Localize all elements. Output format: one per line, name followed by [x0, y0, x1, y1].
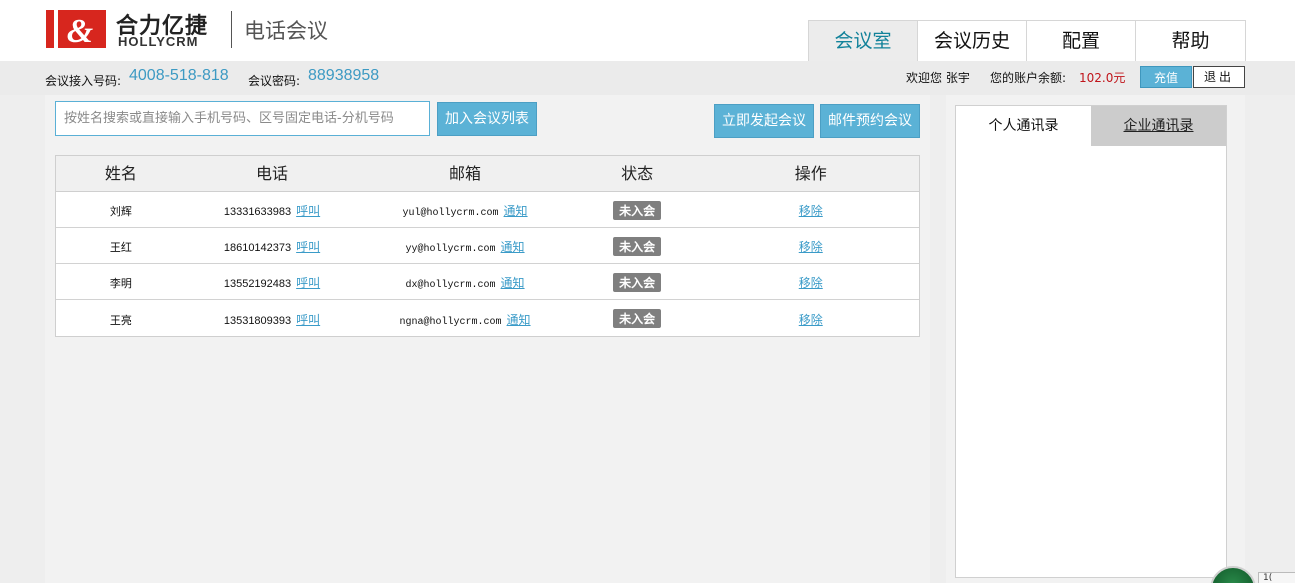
brand-divider — [231, 11, 232, 48]
svg-text:&: & — [67, 13, 94, 48]
header-name: 姓名 — [104, 164, 137, 183]
notify-link[interactable]: 通知 — [507, 313, 531, 327]
tab-enterprise-contacts[interactable]: 企业通讯录 — [1091, 106, 1226, 146]
status-badge: 未入会 — [613, 309, 662, 328]
participant-phone: 13531809393 — [223, 314, 292, 327]
call-link[interactable]: 呼叫 — [296, 313, 320, 327]
participant-phone: 13552192483 — [223, 278, 292, 290]
table-row: 王亮 13531809393 呼叫 ngna@hollycrm.com 通知 未入会… — [56, 300, 919, 336]
tab-settings[interactable]: 配置 — [1027, 21, 1136, 61]
header-actions: 操作 — [794, 164, 827, 183]
participant-email: yul@hollycrm.com — [402, 208, 499, 219]
schedule-meeting-button[interactable]: 邮件预约会议 — [820, 104, 920, 138]
participant-phone: 18610142373 — [223, 242, 292, 254]
meeting-panel: 加入会议列表 立即发起会议 邮件预约会议 姓名 电话 邮箱 状态 操作 刘辉 1… — [45, 95, 930, 583]
table-header: 姓名 电话 邮箱 状态 操作 — [56, 156, 919, 192]
corner-widget: 1( — [1258, 572, 1295, 583]
remove-link[interactable]: 移除 — [799, 313, 823, 327]
password-label: 会议密码: — [248, 74, 301, 88]
info-bar: 会议接入号码: 4008-518-818 会议密码: 88938958 欢迎您 … — [0, 61, 1295, 95]
participants-table: 姓名 电话 邮箱 状态 操作 刘辉 13331633983 呼叫 yul@holl… — [55, 155, 920, 337]
status-badge: 未入会 — [613, 236, 662, 256]
meeting-password: 88938958 — [308, 67, 380, 84]
welcome-text: 欢迎您 张宇 — [906, 71, 970, 85]
header-email: 邮箱 — [449, 164, 482, 183]
brand-name-en: HOLLYCRM — [118, 34, 199, 49]
contacts-panel: 个人通讯录 企业通讯录 — [946, 95, 1245, 583]
participant-name: 王亮 — [109, 313, 132, 327]
contact-search-input[interactable] — [55, 101, 430, 136]
participant-name: 王红 — [109, 241, 132, 254]
notify-link[interactable]: 通知 — [501, 240, 525, 254]
contacts-box: 个人通讯录 企业通讯录 — [955, 105, 1227, 578]
tab-meeting-history[interactable]: 会议历史 — [918, 21, 1027, 61]
table-row: 李明 13552192483 呼叫 dx@hollycrm.com 通知 未入会 移… — [56, 264, 919, 300]
participant-email: yy@hollycrm.com — [405, 244, 496, 255]
product-name: 电话会议 — [244, 19, 328, 43]
access-number-label: 会议接入号码: — [45, 74, 122, 88]
status-badge: 未入会 — [613, 272, 662, 292]
call-link[interactable]: 呼叫 — [296, 240, 320, 254]
logout-button[interactable]: 退出 — [1193, 66, 1245, 88]
remove-link[interactable]: 移除 — [799, 204, 823, 218]
participant-name: 刘辉 — [109, 205, 132, 218]
participant-phone: 13331633983 — [223, 206, 292, 218]
remove-link[interactable]: 移除 — [799, 276, 823, 290]
tab-help[interactable]: 帮助 — [1136, 21, 1245, 61]
recharge-button[interactable]: 充值 — [1140, 66, 1192, 88]
table-row: 刘辉 13331633983 呼叫 yul@hollycrm.com 通知 未入会 … — [56, 192, 919, 228]
status-badge: 未入会 — [613, 200, 662, 220]
access-number: 4008-518-818 — [129, 67, 229, 84]
header-status: 状态 — [621, 164, 654, 183]
notify-link[interactable]: 通知 — [504, 204, 528, 218]
call-link[interactable]: 呼叫 — [296, 204, 320, 218]
participant-name: 李明 — [109, 277, 132, 290]
account-balance: 102.0元 — [1079, 71, 1126, 85]
add-to-list-button[interactable]: 加入会议列表 — [437, 102, 537, 136]
start-meeting-button[interactable]: 立即发起会议 — [714, 104, 814, 138]
call-link[interactable]: 呼叫 — [296, 276, 320, 290]
table-row: 王红 18610142373 呼叫 yy@hollycrm.com 通知 未入会 移… — [56, 228, 919, 264]
header-phone: 电话 — [255, 164, 288, 183]
participant-email: dx@hollycrm.com — [405, 280, 496, 291]
balance-label: 您的账户余额: — [990, 71, 1067, 85]
hollycrm-logo: & — [46, 10, 106, 48]
remove-link[interactable]: 移除 — [799, 240, 823, 254]
participant-email: ngna@hollycrm.com — [399, 316, 502, 328]
tab-personal-contacts[interactable]: 个人通讯录 — [956, 106, 1091, 146]
tab-meeting-room[interactable]: 会议室 — [809, 21, 918, 61]
app-header: & 合力亿捷 HOLLYCRM 电话会议 会议室 会议历史 配置 帮助 — [0, 0, 1295, 61]
notify-link[interactable]: 通知 — [501, 276, 525, 290]
main-nav: 会议室 会议历史 配置 帮助 — [808, 20, 1246, 61]
